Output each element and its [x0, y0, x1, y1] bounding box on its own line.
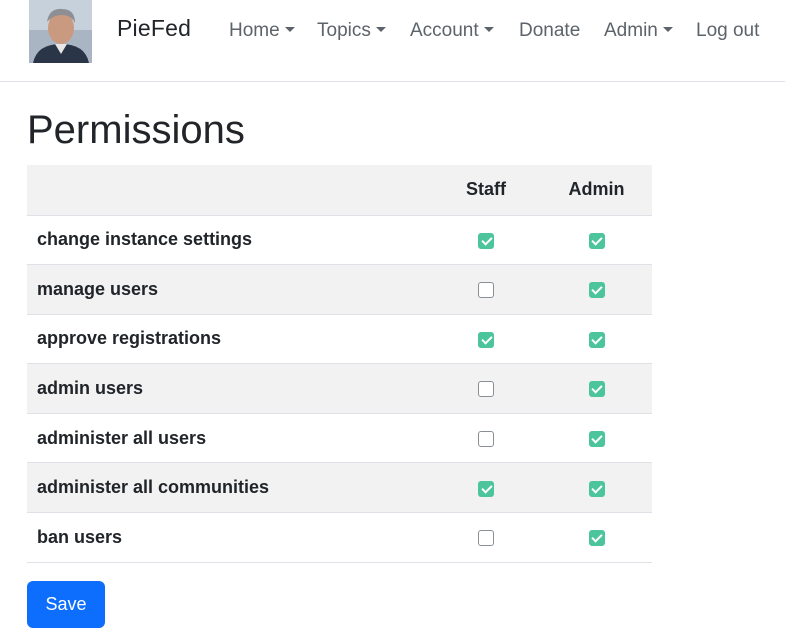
staff-permission-cell [431, 462, 541, 514]
nav-home-dropdown[interactable]: Home [229, 20, 295, 42]
nav-topics-label: Topics [317, 20, 371, 41]
staff-permission-cell [431, 314, 541, 365]
table-row: change instance settings [27, 215, 652, 266]
permission-label: manage users [27, 264, 431, 315]
table-row: administer all communities [27, 462, 652, 514]
nav-account-dropdown[interactable]: Account [410, 20, 494, 42]
staff-permission-cell [431, 512, 541, 563]
admin-permission-cell [541, 413, 652, 464]
table-row: admin users [27, 363, 652, 414]
staff-permission-cell [431, 215, 541, 266]
caret-down-icon [662, 27, 673, 32]
save-button[interactable]: Save [27, 581, 105, 628]
staff-permission-checkbox[interactable] [478, 282, 494, 299]
caret-down-icon [483, 27, 494, 32]
admin-permission-cell [541, 462, 652, 514]
nav-admin-label: Admin [604, 20, 658, 41]
admin-permission-checkbox[interactable] [588, 282, 605, 299]
permissions-table: Staff Admin change instance settings mana… [27, 165, 652, 563]
admin-permission-checkbox[interactable] [588, 480, 605, 497]
permission-label: admin users [27, 363, 431, 414]
staff-permission-checkbox[interactable] [478, 381, 494, 398]
site-logo-avatar[interactable] [29, 0, 92, 63]
admin-permission-checkbox[interactable] [588, 232, 605, 249]
permission-label: approve registrations [27, 314, 431, 365]
column-header-admin: Admin [541, 165, 652, 216]
nav-logout-label: Log out [696, 20, 760, 41]
permission-label: ban users [27, 512, 431, 563]
nav-account-label: Account [410, 20, 479, 41]
admin-permission-checkbox[interactable] [588, 381, 605, 398]
staff-permission-checkbox[interactable] [478, 430, 494, 447]
staff-permission-checkbox[interactable] [478, 530, 494, 547]
staff-permission-cell [431, 363, 541, 414]
nav-home-label: Home [229, 20, 280, 41]
column-header-permission [27, 165, 431, 216]
top-navbar: PieFed Home Topics Account Donate Admin … [0, 0, 785, 82]
admin-permission-cell [541, 215, 652, 266]
page-title: Permissions [27, 108, 245, 152]
table-row: approve registrations [27, 314, 652, 365]
table-row: ban users [27, 512, 652, 563]
permission-label: change instance settings [27, 215, 431, 266]
admin-permission-checkbox[interactable] [588, 430, 605, 447]
admin-permission-checkbox[interactable] [588, 331, 605, 348]
nav-topics-dropdown[interactable]: Topics [317, 20, 386, 42]
nav-admin-dropdown[interactable]: Admin [604, 20, 673, 42]
staff-permission-cell [431, 264, 541, 315]
nav-logout-link[interactable]: Log out [696, 20, 759, 42]
admin-permission-cell [541, 264, 652, 315]
permissions-table-body: change instance settings manage users appr… [27, 215, 652, 563]
nav-donate-label: Donate [519, 20, 581, 41]
admin-permission-checkbox[interactable] [588, 530, 605, 547]
table-header-row: Staff Admin [27, 165, 652, 216]
admin-permission-cell [541, 314, 652, 365]
table-row: administer all users [27, 413, 652, 464]
permission-label: administer all users [27, 413, 431, 464]
nav-donate-link[interactable]: Donate [519, 20, 580, 42]
table-row: manage users [27, 264, 652, 315]
staff-permission-checkbox[interactable] [478, 480, 494, 497]
admin-permission-cell [541, 363, 652, 414]
staff-permission-cell [431, 413, 541, 464]
caret-down-icon [375, 27, 386, 32]
admin-permission-cell [541, 512, 652, 563]
staff-permission-checkbox[interactable] [478, 232, 494, 249]
caret-down-icon [284, 27, 295, 32]
site-brand[interactable]: PieFed [117, 15, 191, 42]
permission-label: administer all communities [27, 462, 431, 514]
column-header-staff: Staff [431, 165, 541, 216]
staff-permission-checkbox[interactable] [478, 331, 494, 348]
